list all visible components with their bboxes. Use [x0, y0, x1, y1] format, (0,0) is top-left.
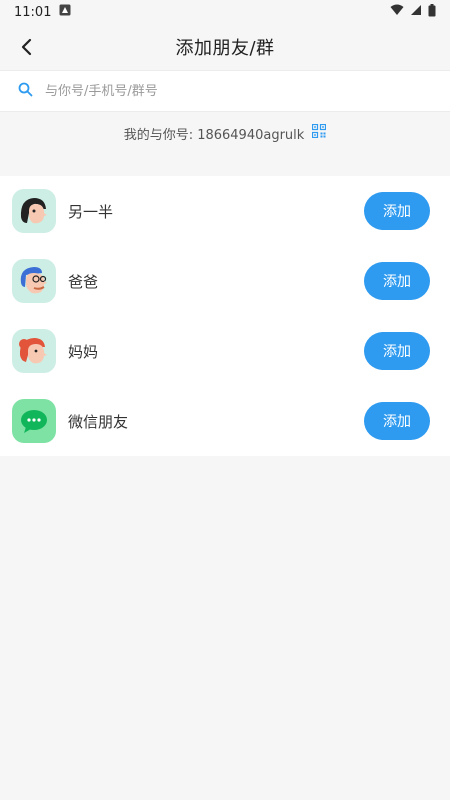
contact-label: 妈妈	[68, 342, 99, 361]
battery-icon	[428, 3, 436, 21]
list-item: 妈妈 添加	[0, 316, 450, 386]
wifi-icon	[390, 4, 404, 20]
qr-code-icon[interactable]	[312, 123, 327, 142]
back-button[interactable]	[6, 27, 46, 67]
notification-icon	[59, 4, 71, 20]
search-icon	[18, 82, 33, 101]
status-right	[390, 3, 436, 21]
status-bar: 11:01	[0, 0, 450, 24]
page-title: 添加朋友/群	[175, 38, 275, 59]
add-button[interactable]: 添加	[364, 262, 430, 300]
my-id-label: 我的与你号: 18664940agrulk	[123, 127, 305, 143]
add-button[interactable]: 添加	[364, 402, 430, 440]
chevron-left-icon	[21, 38, 32, 56]
contact-label: 微信朋友	[68, 412, 129, 431]
add-button[interactable]: 添加	[364, 192, 430, 230]
dad-avatar-icon	[12, 259, 56, 303]
list-item: 另一半 添加	[0, 176, 450, 246]
search-bar[interactable]	[0, 70, 450, 112]
list-item: 爸爸 添加	[0, 246, 450, 316]
signal-icon	[410, 4, 422, 20]
wechat-icon	[12, 399, 56, 443]
contact-list: 另一半 添加 爸爸 添加 妈妈 添加 微信朋友 添加	[0, 176, 450, 456]
add-button[interactable]: 添加	[364, 332, 430, 370]
search-input[interactable]	[45, 83, 405, 99]
status-left: 11:01	[14, 4, 71, 20]
my-id-row: 我的与你号: 18664940agrulk	[0, 114, 450, 152]
mom-avatar-icon	[12, 329, 56, 373]
list-item: 微信朋友 添加	[0, 386, 450, 456]
contact-label: 另一半	[68, 202, 114, 221]
status-time: 11:01	[14, 4, 52, 20]
contact-label: 爸爸	[68, 272, 99, 291]
nav-bar: 添加朋友/群	[0, 24, 450, 70]
woman-avatar-icon	[12, 189, 56, 233]
